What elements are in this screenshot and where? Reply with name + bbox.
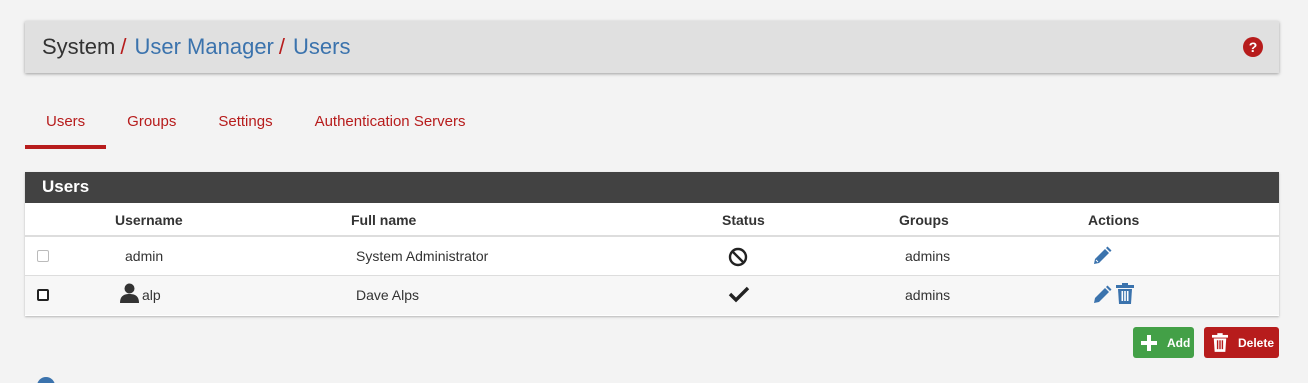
delete-button[interactable]: Delete <box>1204 327 1279 358</box>
cell-fullname: System Administrator <box>356 248 489 264</box>
delete-button-label: Delete <box>1238 335 1275 350</box>
info-icon[interactable] <box>37 377 55 383</box>
panel-title: Users <box>25 172 1279 203</box>
tab-bar: Users Groups Settings Authentication Ser… <box>25 102 487 150</box>
cell-fullname: Dave Alps <box>356 287 420 303</box>
table-row: alp Dave Alps admins <box>25 276 1279 315</box>
add-button-label: Add <box>1167 335 1191 350</box>
help-icon[interactable]: ? <box>1243 37 1263 57</box>
table-header: Username Full name Status Groups Actions <box>25 203 1279 237</box>
column-header-actions: Actions <box>1088 212 1140 228</box>
tab-settings[interactable]: Settings <box>197 102 293 150</box>
cell-username: alp <box>142 287 161 303</box>
cell-groups: admins <box>905 248 951 264</box>
cell-username: admin <box>125 248 164 264</box>
column-header-username: Username <box>115 212 183 228</box>
cell-groups: admins <box>905 287 951 303</box>
users-panel: Users Username Full name Status Groups A… <box>25 172 1279 316</box>
breadcrumb-separator: / <box>278 34 285 59</box>
add-button[interactable]: Add <box>1133 327 1194 358</box>
user-icon <box>120 283 139 306</box>
column-header-status: Status <box>722 212 765 228</box>
ban-icon <box>728 247 748 270</box>
row-select-checkbox <box>37 250 49 262</box>
trash-icon[interactable] <box>1116 283 1134 307</box>
page-header: System / User Manager / Users ? <box>25 21 1279 73</box>
edit-icon[interactable] <box>1092 246 1112 269</box>
column-header-fullname: Full name <box>351 212 417 228</box>
trash-icon <box>1212 333 1228 352</box>
row-select-checkbox[interactable] <box>37 289 49 301</box>
breadcrumb-separator: / <box>120 34 127 59</box>
table-row: admin System Administrator admins <box>25 237 1279 276</box>
tab-groups[interactable]: Groups <box>106 102 197 150</box>
breadcrumb-user-manager[interactable]: User Manager <box>134 34 273 60</box>
tab-users[interactable]: Users <box>25 102 107 150</box>
edit-icon[interactable] <box>1092 285 1112 308</box>
check-icon <box>728 285 750 306</box>
plus-icon <box>1141 334 1157 351</box>
tab-authentication-servers[interactable]: Authentication Servers <box>294 102 487 150</box>
breadcrumb-root: System <box>42 34 116 59</box>
breadcrumb-users[interactable]: Users <box>293 34 350 60</box>
column-header-groups: Groups <box>899 212 949 228</box>
